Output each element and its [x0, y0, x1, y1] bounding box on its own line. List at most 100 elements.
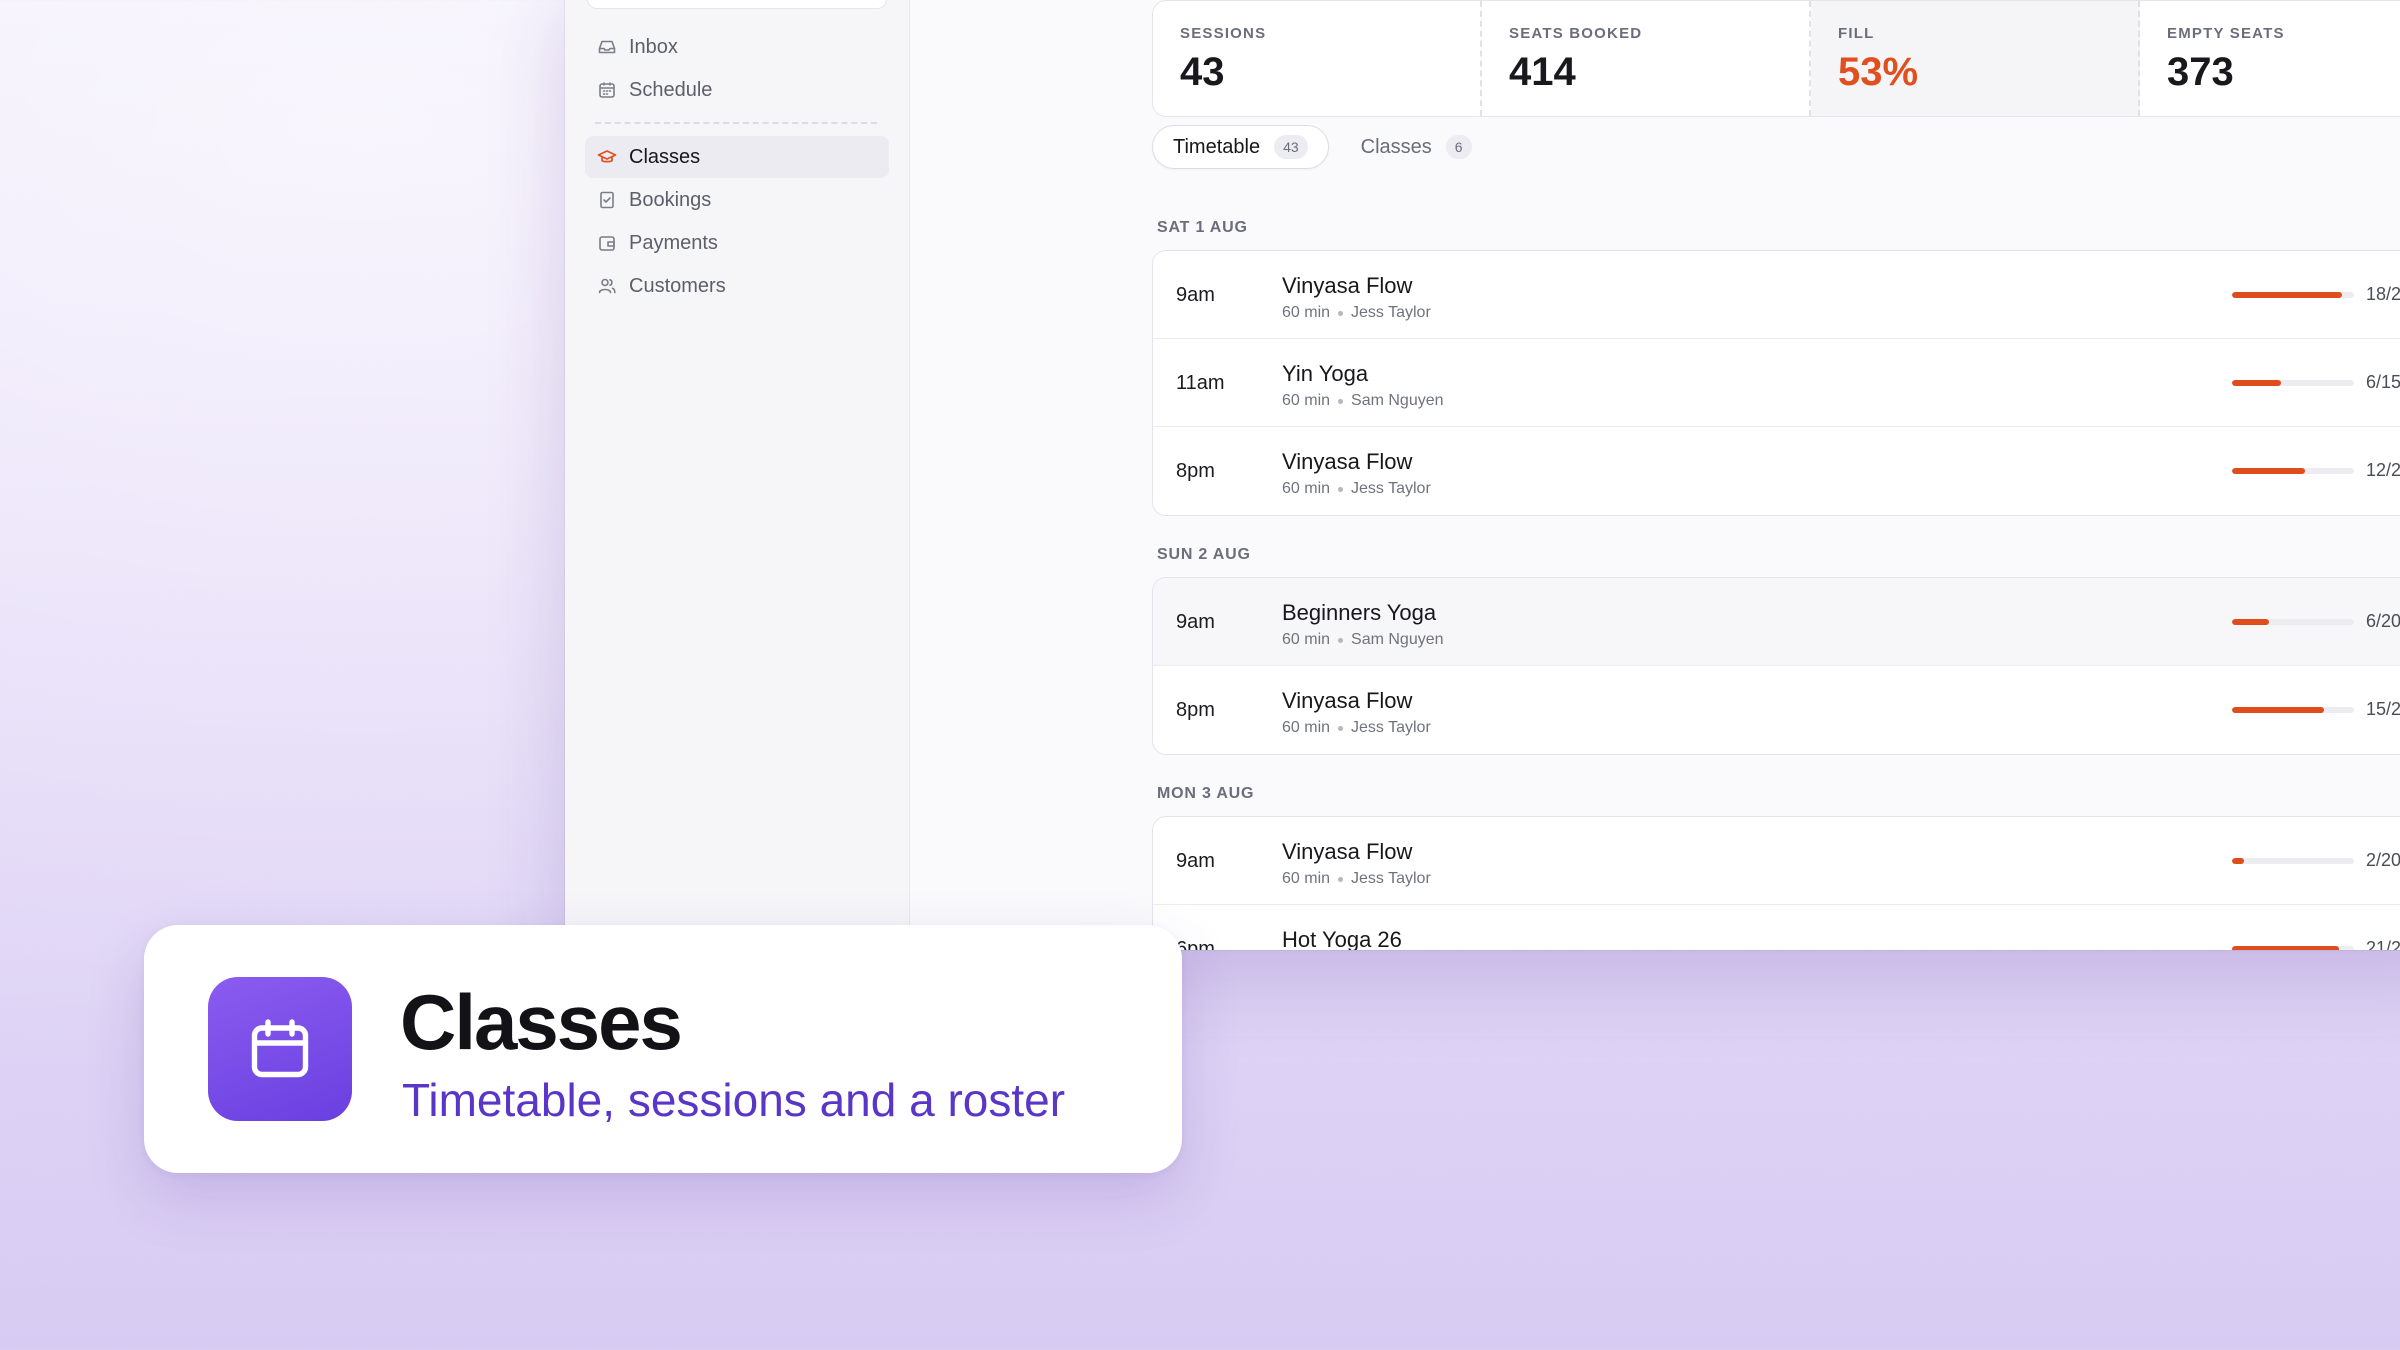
capacity-bar	[2232, 380, 2354, 386]
capacity-count: 21/24	[2366, 938, 2400, 950]
sidebar-item-label: Payments	[629, 231, 718, 254]
capacity-count: 18/20	[2366, 284, 2400, 304]
capacity-count: 12/20	[2366, 460, 2400, 480]
session-row[interactable]: 9am Beginners Yoga 60 min Sam Nguyen 6/2…	[1153, 578, 2400, 666]
inbox-icon	[598, 40, 616, 54]
calendar-icon	[599, 82, 615, 98]
session-instructor: Jess Taylor	[1351, 480, 1431, 497]
sidebar-item-label: Inbox	[629, 35, 678, 58]
capacity-count: 6/20	[2366, 611, 2400, 631]
session-meta: 60 min Jess Taylor	[1282, 870, 1431, 888]
view-tabs: Timetable 43 Classes 6	[1152, 125, 1492, 169]
stats-bar: SESSIONS 43 SEATS BOOKED 414 FILL 53% EM…	[1152, 0, 2400, 117]
session-time: 9am	[1176, 284, 1215, 306]
separator-dot	[1338, 725, 1344, 731]
session-duration: 60 min	[1282, 392, 1331, 409]
session-row[interactable]: 9am Vinyasa Flow 60 min Jess Taylor 2/20	[1153, 817, 2400, 905]
session-duration: 60 min	[1282, 870, 1331, 887]
capacity-bar-fill	[2232, 858, 2245, 864]
session-time: 8pm	[1176, 460, 1215, 482]
session-time: 8pm	[1176, 699, 1215, 721]
session-name: Vinyasa Flow	[1282, 449, 1413, 474]
capacity-bar-fill	[2232, 619, 2269, 625]
separator-dot	[1338, 486, 1344, 492]
app-window: Inbox Schedule Classes Bookings Payments…	[565, 0, 2400, 950]
capacity-bar	[2232, 468, 2354, 474]
session-instructor: Sam Nguyen	[1351, 631, 1444, 648]
stat-value: 43	[1180, 50, 1225, 94]
session-duration: 60 min	[1282, 304, 1331, 321]
session-meta: 60 min Sam Nguyen	[1282, 631, 1444, 649]
capacity-count: 2/20	[2366, 850, 2400, 870]
stat-empty-seats: EMPTY SEATS 373	[2140, 1, 2400, 116]
day-heading: SAT 1 AUG	[1157, 219, 1248, 236]
sidebar-item-inbox[interactable]: Inbox	[585, 26, 889, 68]
session-time: 9am	[1176, 611, 1215, 633]
stat-seats-booked: SEATS BOOKED 414	[1482, 1, 1811, 116]
session-meta: 60 min Jess Taylor	[1282, 719, 1431, 737]
stat-label: EMPTY SEATS	[2167, 25, 2285, 42]
session-name: Vinyasa Flow	[1282, 273, 1413, 298]
sidebar-item-payments[interactable]: Payments	[585, 222, 889, 264]
tab-classes[interactable]: Classes 6	[1341, 125, 1492, 169]
sidebar-item-classes[interactable]: Classes	[585, 136, 889, 178]
session-instructor: Jess Taylor	[1351, 719, 1431, 736]
main-content: SESSIONS 43 SEATS BOOKED 414 FILL 53% EM…	[910, 0, 2400, 950]
stat-fill: FILL 53%	[1811, 1, 2140, 116]
session-meta: 60 min Jess Taylor	[1282, 480, 1431, 498]
sidebar-item-label: Schedule	[629, 78, 713, 101]
day-heading: MON 3 AUG	[1157, 785, 1255, 802]
capacity-bar-fill	[2232, 946, 2339, 950]
session-name: Vinyasa Flow	[1282, 688, 1413, 713]
session-duration: 60 min	[1282, 719, 1331, 736]
session-name: Hot Yoga 26	[1282, 927, 1402, 950]
capacity-bar	[2232, 619, 2354, 625]
day-sessions-list: 9am Vinyasa Flow 60 min Jess Taylor 18/2…	[1152, 250, 2400, 516]
session-instructor: Jess Taylor	[1351, 304, 1431, 321]
session-name: Yin Yoga	[1282, 361, 1369, 386]
sidebar-search-box[interactable]	[587, 0, 887, 9]
session-row[interactable]: 8pm Vinyasa Flow 60 min Jess Taylor 15/2…	[1153, 666, 2400, 754]
sidebar-item-bookings[interactable]: Bookings	[585, 179, 889, 221]
stat-label: FILL	[1838, 25, 1875, 42]
day-sessions-list: 9am Beginners Yoga 60 min Sam Nguyen 6/2…	[1152, 577, 2400, 755]
calendar-icon	[251, 1019, 309, 1078]
session-row[interactable]: 11am Yin Yoga 60 min Sam Nguyen 6/15	[1153, 339, 2400, 427]
tab-timetable[interactable]: Timetable 43	[1152, 125, 1329, 169]
separator-dot	[1338, 637, 1344, 643]
session-time: 9am	[1176, 850, 1215, 872]
tab-label: Classes	[1360, 135, 1432, 158]
capacity-bar-fill	[2232, 380, 2281, 386]
stat-sessions: SESSIONS 43	[1153, 1, 1482, 116]
capacity-bar-fill	[2232, 292, 2342, 298]
session-row[interactable]: 9am Vinyasa Flow 60 min Jess Taylor 18/2…	[1153, 251, 2400, 339]
stat-value: 373	[2167, 50, 2234, 94]
stat-value: 53%	[1838, 50, 1919, 94]
session-time: 6pm	[1176, 938, 1215, 950]
feature-card: Classes Timetable, sessions and a roster	[144, 925, 1182, 1173]
capacity-bar	[2232, 707, 2354, 713]
capacity-count: 6/15	[2366, 372, 2400, 392]
feature-icon-tile	[208, 977, 352, 1121]
wallet-icon	[599, 236, 615, 251]
separator-dot	[1338, 398, 1344, 404]
sidebar-item-label: Classes	[629, 145, 701, 168]
session-row[interactable]: 6pm Hot Yoga 26 21/24	[1153, 905, 2400, 950]
tab-label: Timetable	[1173, 135, 1261, 158]
stat-label: SEATS BOOKED	[1509, 25, 1643, 42]
sidebar-divider	[595, 122, 877, 124]
day-heading: SUN 2 AUG	[1157, 546, 1251, 563]
capacity-bar-fill	[2232, 468, 2306, 474]
capacity-bar	[2232, 292, 2354, 298]
separator-dot	[1338, 876, 1344, 882]
feature-subtitle: Timetable, sessions and a roster	[402, 1074, 1066, 1126]
checklist-icon	[600, 191, 614, 209]
day-sessions-list: 9am Vinyasa Flow 60 min Jess Taylor 2/20…	[1152, 816, 2400, 950]
session-duration: 60 min	[1282, 631, 1331, 648]
sidebar-item-customers[interactable]: Customers	[585, 265, 889, 307]
sidebar-item-schedule[interactable]: Schedule	[585, 69, 889, 111]
session-row[interactable]: 8pm Vinyasa Flow 60 min Jess Taylor 12/2…	[1153, 427, 2400, 515]
tab-count-badge: 43	[1274, 135, 1308, 159]
capacity-bar-fill	[2232, 707, 2324, 713]
session-meta: 60 min Jess Taylor	[1282, 304, 1431, 322]
